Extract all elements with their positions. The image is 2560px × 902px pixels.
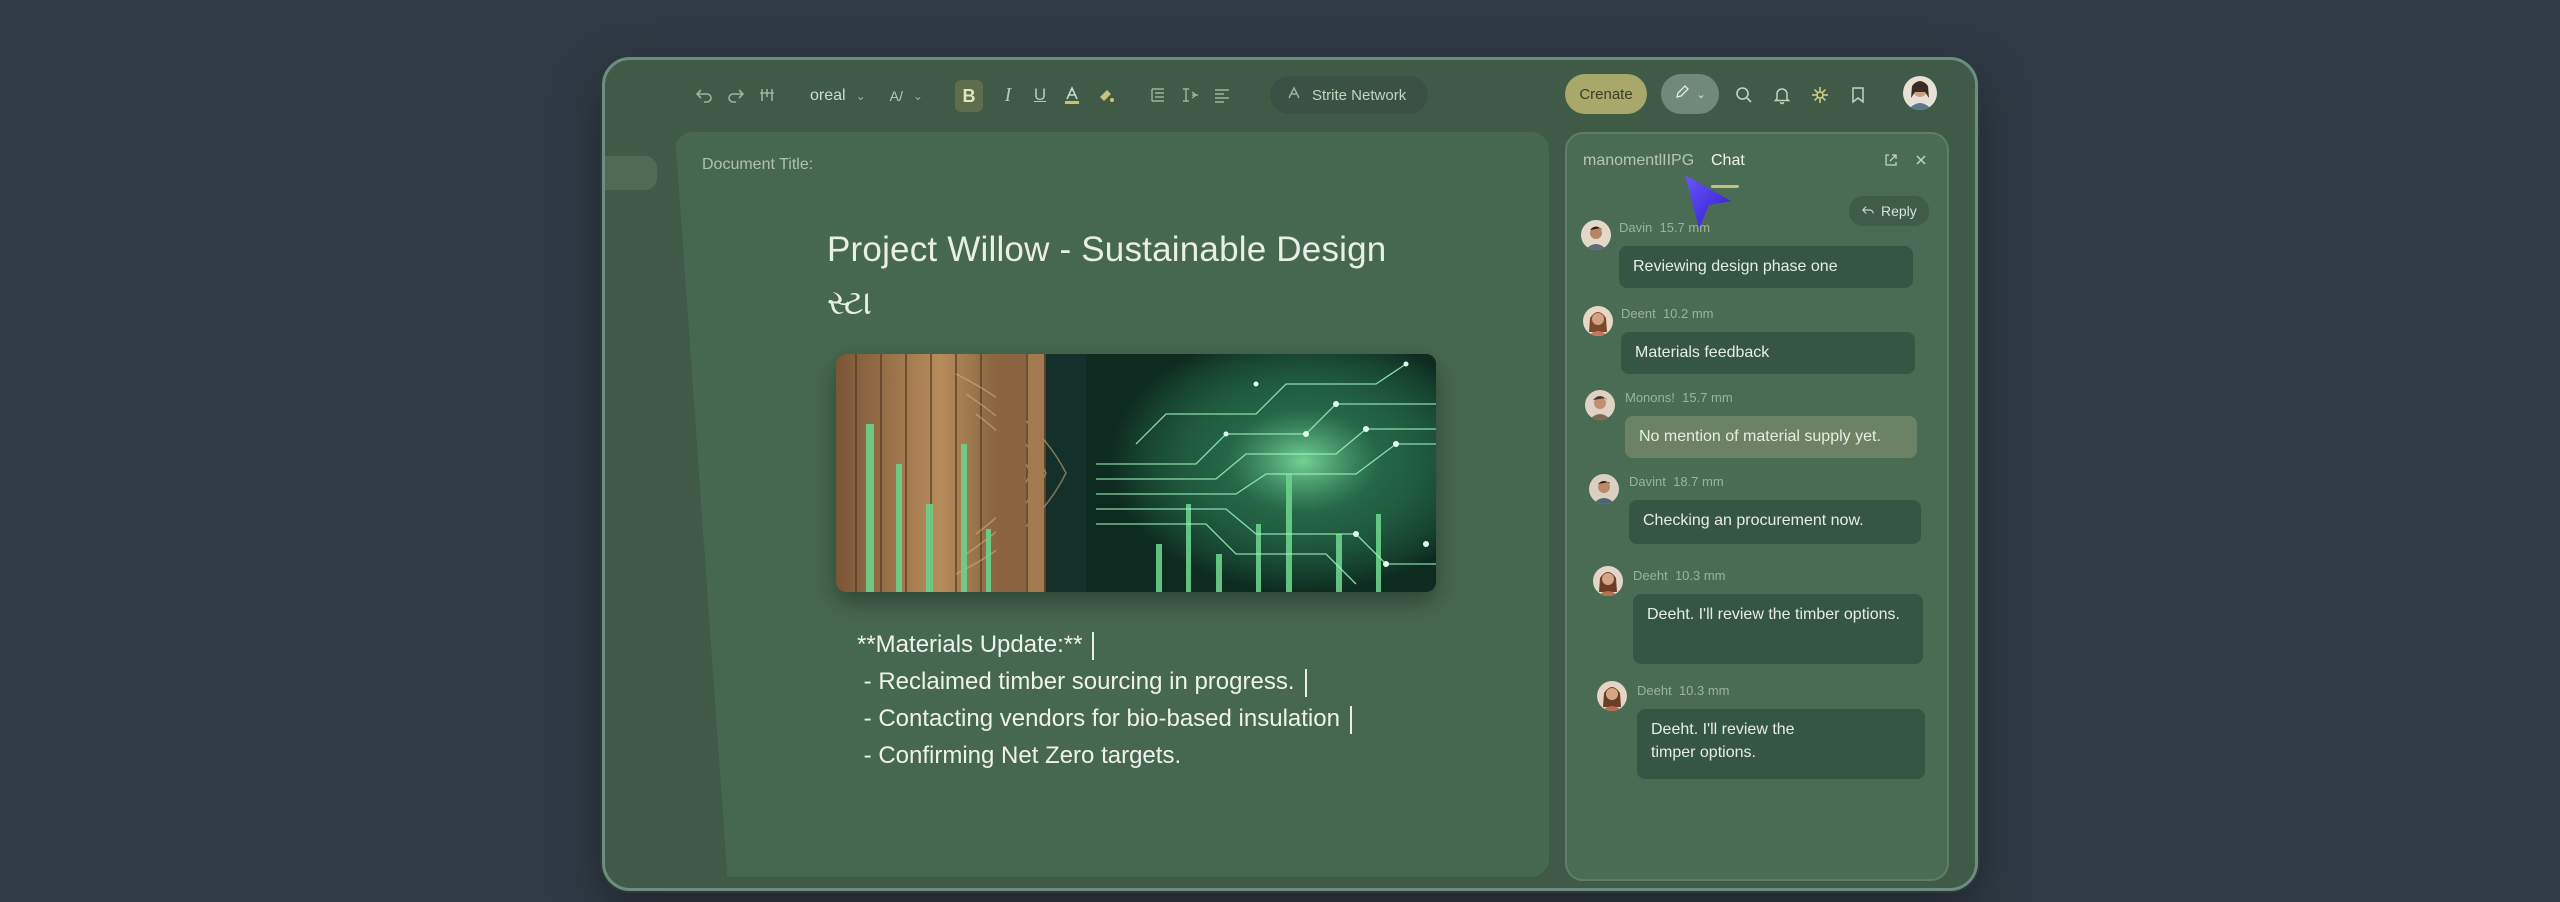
document-subheading[interactable]: સ્ટા: [827, 284, 872, 323]
text-size-icon[interactable]: A/: [890, 88, 903, 104]
font-family-select[interactable]: oreal ⌄ A/ ⌄: [810, 82, 923, 110]
message-meta: Monons! 15.7 mm: [1625, 390, 1733, 405]
notes-line: - Confirming Net Zero targets.: [857, 742, 1182, 769]
document-title-label: Document Title:: [702, 156, 814, 173]
side-panel-tab[interactable]: [605, 156, 657, 190]
message-bubble[interactable]: Deeht. I'll review the timber options.: [1633, 594, 1923, 664]
document-heading[interactable]: Project Willow - Sustainable Design: [827, 230, 1386, 270]
message-bubble[interactable]: Checking an procurement now.: [1629, 500, 1921, 544]
avatar[interactable]: [1589, 474, 1619, 504]
editor-window: oreal ⌄ A/ ⌄ B I U Strite Network Crenat…: [602, 57, 1978, 891]
tab-chat[interactable]: Chat: [1711, 152, 1745, 170]
format-painter-icon[interactable]: [755, 80, 781, 110]
notes-line: **Materials Update:**: [857, 626, 1352, 663]
avatar[interactable]: [1597, 681, 1627, 711]
avatar[interactable]: [1581, 220, 1611, 250]
avatar[interactable]: [1585, 390, 1615, 420]
bold-button[interactable]: B: [955, 80, 983, 112]
cursor-arrow-icon: [1681, 173, 1733, 233]
document-canvas[interactable]: Document Title: Project Willow - Sustain…: [675, 132, 1549, 877]
network-button[interactable]: Strite Network: [1270, 76, 1429, 114]
reply-button[interactable]: Reply: [1849, 196, 1929, 226]
redo-icon[interactable]: [723, 80, 749, 110]
notes-line: - Reclaimed timber sourcing in progress.: [857, 663, 1352, 700]
network-label: Strite Network: [1312, 86, 1407, 104]
chevron-down-icon: ⌄: [912, 89, 923, 103]
sparkle-icon[interactable]: [1807, 80, 1833, 110]
underline-button[interactable]: U: [1027, 80, 1053, 110]
message-meta: Deent 10.2 mm: [1621, 306, 1714, 321]
reply-icon: [1861, 203, 1875, 220]
italic-button[interactable]: I: [995, 80, 1021, 110]
message-bubble[interactable]: Materials feedback: [1621, 332, 1915, 374]
pencil-icon: [1674, 84, 1690, 104]
tab-comments[interactable]: manomentlIIPG: [1583, 152, 1694, 170]
chevron-down-icon: ⌄: [855, 89, 866, 103]
indent-icon[interactable]: [1177, 80, 1203, 110]
edit-mode-button[interactable]: ⌄: [1661, 74, 1719, 114]
close-icon[interactable]: [1913, 152, 1929, 173]
create-button[interactable]: Crenate: [1565, 74, 1647, 114]
chat-tabs: manomentlIIPG Chat: [1567, 134, 1947, 194]
avatar[interactable]: [1593, 566, 1623, 596]
popout-icon[interactable]: [1883, 152, 1899, 173]
chevron-down-icon: ⌄: [1696, 88, 1706, 101]
reply-label: Reply: [1881, 203, 1917, 219]
message-bubble[interactable]: Reviewing design phase one: [1619, 246, 1913, 288]
align-icon[interactable]: [1209, 80, 1235, 110]
notes-line: - Contacting vendors for bio-based insul…: [857, 700, 1352, 737]
search-icon[interactable]: [1731, 80, 1757, 110]
highlight-icon[interactable]: [1093, 80, 1119, 110]
list-icon[interactable]: [1145, 80, 1171, 110]
avatar[interactable]: [1583, 306, 1613, 336]
message-meta: Deeht 10.3 mm: [1637, 683, 1730, 698]
user-avatar[interactable]: [1903, 76, 1937, 110]
toolbar: oreal ⌄ A/ ⌄ B I U Strite Network Crenat…: [605, 60, 1975, 130]
font-family-value: oreal: [810, 87, 846, 104]
bell-icon[interactable]: [1769, 80, 1795, 110]
text-color-icon[interactable]: [1059, 80, 1085, 110]
document-notes[interactable]: **Materials Update:** - Reclaimed timber…: [857, 626, 1352, 774]
message-bubble[interactable]: Deeht. I'll review the timper options.: [1637, 709, 1925, 779]
bookmark-icon[interactable]: [1845, 80, 1871, 110]
message-meta: Davint 18.7 mm: [1629, 474, 1724, 489]
message-meta: Deeht 10.3 mm: [1633, 568, 1726, 583]
message-bubble[interactable]: No mention of material supply yet.: [1625, 416, 1917, 458]
hero-image[interactable]: [836, 354, 1436, 592]
network-icon: [1286, 85, 1302, 105]
undo-icon[interactable]: [691, 80, 717, 110]
chat-panel: manomentlIIPG Chat Reply Davin 15.7 mm R…: [1565, 132, 1949, 881]
